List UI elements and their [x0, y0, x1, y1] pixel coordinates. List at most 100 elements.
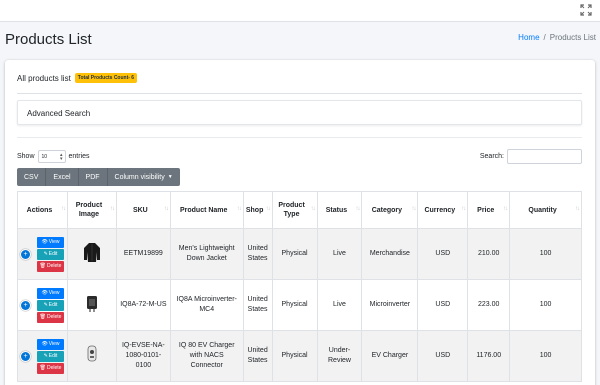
currency-cell: USD [417, 279, 469, 331]
table-search: Search: [480, 149, 582, 164]
page-title: Products List [5, 31, 92, 48]
price-cell: 1176.00 [467, 330, 511, 382]
expand-row-icon[interactable]: + [21, 301, 30, 310]
product-type-cell: Physical [271, 279, 318, 331]
entries-select[interactable]: 10 ▴ ▾ [37, 150, 66, 163]
csv-button[interactable]: CSV [17, 168, 47, 186]
edit-button[interactable]: ✎ Edit [37, 350, 64, 362]
price-cell: 210.00 [467, 228, 511, 280]
table-row: + 👁 View ✎ Edit 🗑 Delete IQ8A-72-M-US IQ… [17, 279, 582, 331]
microinverter-image [86, 296, 97, 312]
select-arrows-icon: ▴ ▾ [60, 152, 63, 162]
shop-cell: United States [242, 228, 273, 280]
sort-icon: ↑↓ [310, 206, 316, 212]
status-cell: Under-Review [316, 330, 363, 382]
sort-icon: ↑↓ [61, 206, 66, 212]
column-header[interactable]: Quantity ↑↓ [509, 191, 582, 229]
product-count-badge: Total Products Count- 6 [74, 73, 138, 83]
sort-icon: ↑↓ [163, 206, 169, 212]
currency-cell: USD [417, 330, 469, 382]
sort-icon: ↑↓ [503, 206, 508, 212]
sku-cell: EETM19899 [115, 228, 171, 280]
table-row: + 👁 View ✎ Edit 🗑 Delete EETM19899 Men's Li… [17, 228, 582, 280]
pencil-icon: ✎ [43, 251, 48, 257]
sku-cell: IQ8A-72-M-US [115, 279, 171, 331]
advanced-search-toggle[interactable]: Advanced Search [17, 100, 582, 125]
delete-button[interactable]: 🗑 Delete [37, 260, 64, 272]
trash-icon: 🗑 [39, 263, 46, 269]
divider [17, 137, 582, 138]
eye-icon: 👁 [41, 341, 48, 347]
quantity-cell: 100 [509, 279, 582, 331]
breadcrumb-current: Products List [549, 33, 596, 42]
delete-button[interactable]: 🗑 Delete [37, 311, 64, 323]
category-cell: EV Charger [361, 330, 419, 382]
expand-row-icon[interactable]: + [21, 250, 30, 259]
sku-cell: IQ-EVSE-NA-1080-0101-0100 [115, 330, 171, 382]
product-image-cell [67, 228, 117, 280]
column-header[interactable]: Status ↑↓ [316, 191, 363, 229]
category-cell: Microinverter [361, 279, 419, 331]
actions-cell: + 👁 View ✎ Edit 🗑 Delete [17, 279, 68, 331]
breadcrumb-separator: / [543, 33, 546, 42]
column-header[interactable]: Shop ↑↓ [242, 191, 273, 229]
export-button-group: CSV Excel PDF Column visibility ▼ [17, 168, 180, 186]
entries-value: 10 [41, 153, 48, 160]
divider [17, 93, 582, 94]
status-cell: Live [316, 228, 363, 280]
caret-down-icon: ▼ [167, 174, 173, 180]
search-input[interactable] [507, 149, 582, 164]
quantity-cell: 100 [509, 228, 582, 280]
trash-icon: 🗑 [39, 314, 46, 320]
column-header[interactable]: Product Image ↑↓ [67, 191, 117, 229]
view-button[interactable]: 👁 View [37, 287, 64, 299]
view-button[interactable]: 👁 View [37, 338, 64, 350]
card-title: All products list [17, 73, 71, 83]
column-header[interactable]: Currency ↑↓ [417, 191, 469, 229]
quantity-cell: 100 [509, 330, 582, 382]
column-header[interactable]: Product Type ↑↓ [271, 191, 318, 229]
column-header[interactable]: Category ↑↓ [361, 191, 419, 229]
product-name-cell: IQ8A Microinverter-MC4 [169, 279, 244, 331]
column-visibility-button[interactable]: Column visibility ▼ [107, 168, 180, 186]
card-header: All products list Total Products Count- … [17, 73, 138, 83]
excel-button[interactable]: Excel [46, 168, 79, 186]
sort-icon: ↑↓ [265, 206, 271, 212]
price-cell: 223.00 [467, 279, 511, 331]
edit-button[interactable]: ✎ Edit [37, 248, 64, 260]
delete-button[interactable]: 🗑 Delete [37, 362, 64, 374]
sort-icon: ↑↓ [411, 206, 416, 212]
product-image-cell [67, 330, 117, 382]
pencil-icon: ✎ [43, 302, 48, 308]
column-header[interactable]: Price ↑↓ [467, 191, 511, 229]
show-label: Show [17, 153, 35, 160]
edit-button[interactable]: ✎ Edit [37, 299, 64, 311]
view-button[interactable]: 👁 View [37, 236, 64, 248]
actions-cell: + 👁 View ✎ Edit 🗑 Delete [17, 330, 68, 382]
expand-row-icon[interactable]: + [21, 352, 30, 361]
breadcrumb: Home / Products List [518, 33, 596, 42]
jacket-image [83, 243, 100, 262]
table-header-row: Actions ↑↓ Product Image ↑↓ SKU ↑↓ Product … [17, 191, 582, 229]
ev-charger-image [87, 345, 97, 362]
pdf-button[interactable]: PDF [78, 168, 108, 186]
eye-icon: 👁 [41, 290, 48, 296]
fullscreen-icon[interactable] [580, 4, 592, 16]
shop-cell: United States [242, 330, 273, 382]
sort-icon: ↑↓ [236, 206, 242, 212]
entries-length-control: Show 10 ▴ ▾ entries [17, 150, 90, 163]
column-header[interactable]: SKU ↑↓ [115, 191, 171, 229]
products-card: All products list Total Products Count- … [5, 60, 595, 385]
actions-cell: + 👁 View ✎ Edit 🗑 Delete [17, 228, 68, 280]
column-header[interactable]: Product Name ↑↓ [169, 191, 244, 229]
product-image-cell [67, 279, 117, 331]
search-label: Search: [479, 153, 504, 160]
top-navbar [0, 0, 600, 22]
column-header[interactable]: Actions ↑↓ [17, 191, 68, 229]
sort-icon: ↑↓ [109, 206, 115, 212]
breadcrumb-home-link[interactable]: Home [518, 33, 539, 42]
currency-cell: USD [417, 228, 469, 280]
table-row: + 👁 View ✎ Edit 🗑 Delete IQ-EVSE-NA-1080-01… [17, 330, 582, 382]
product-type-cell: Physical [271, 228, 318, 280]
sort-icon: ↑↓ [461, 206, 466, 212]
